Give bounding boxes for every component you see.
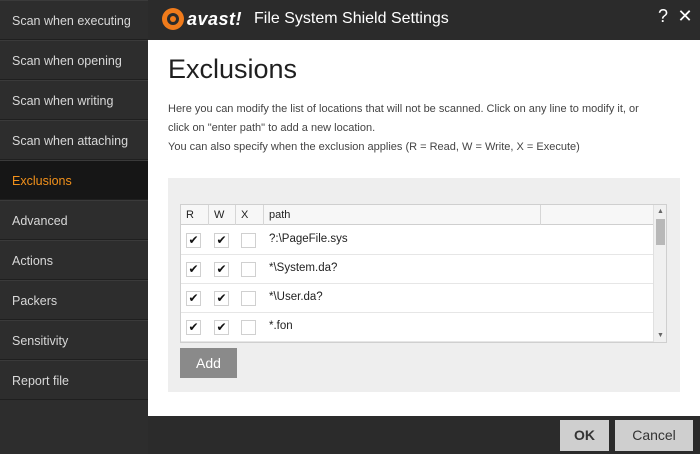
avast-logo: avast! bbox=[162, 6, 242, 32]
table-row[interactable]: ✔ ✔ ?:\PageFile.sys bbox=[181, 226, 654, 255]
title-bar: avast! File System Shield Settings ? ✕ bbox=[148, 0, 700, 40]
exclusions-table: R W X path ✔ ✔ ?:\PageFile.sys ✔ ✔ *\Sys… bbox=[180, 204, 667, 343]
window-title: File System Shield Settings bbox=[254, 10, 449, 27]
write-checkbox[interactable]: ✔ bbox=[214, 262, 229, 277]
column-header-path[interactable]: path bbox=[264, 205, 541, 225]
sidebar-item-actions[interactable]: Actions bbox=[0, 240, 148, 280]
read-checkbox[interactable]: ✔ bbox=[186, 291, 201, 306]
sidebar-item-scan-when-executing[interactable]: Scan when executing bbox=[0, 0, 148, 40]
scrollbar-thumb[interactable] bbox=[656, 219, 665, 245]
sidebar-item-scan-when-writing[interactable]: Scan when writing bbox=[0, 80, 148, 120]
sidebar-item-report-file[interactable]: Report file bbox=[0, 360, 148, 400]
sidebar-item-scan-when-opening[interactable]: Scan when opening bbox=[0, 40, 148, 80]
column-header-w[interactable]: W bbox=[209, 205, 236, 225]
sidebar-item-scan-when-attaching[interactable]: Scan when attaching bbox=[0, 120, 148, 160]
path-cell: ?:\PageFile.sys bbox=[269, 233, 348, 245]
path-cell: *.fon bbox=[269, 320, 293, 332]
sidebar-item-advanced[interactable]: Advanced bbox=[0, 200, 148, 240]
ok-button[interactable]: OK bbox=[560, 420, 609, 451]
execute-checkbox[interactable] bbox=[241, 262, 256, 277]
column-header-x[interactable]: X bbox=[236, 205, 264, 225]
write-checkbox[interactable]: ✔ bbox=[214, 320, 229, 335]
description-line-2: click on "enter path" to add a new locat… bbox=[168, 122, 376, 134]
table-scrollbar[interactable]: ▲ ▼ bbox=[653, 205, 666, 342]
content-panel: Exclusions Here you can modify the list … bbox=[148, 40, 700, 416]
table-row[interactable]: ✔ ✔ *\System.da? bbox=[181, 255, 654, 284]
write-checkbox[interactable]: ✔ bbox=[214, 291, 229, 306]
close-button[interactable]: ✕ bbox=[675, 6, 695, 27]
table-row[interactable]: ✔ ✔ *.fon bbox=[181, 313, 654, 342]
cancel-button[interactable]: Cancel bbox=[615, 420, 693, 451]
read-checkbox[interactable]: ✔ bbox=[186, 233, 201, 248]
execute-checkbox[interactable] bbox=[241, 320, 256, 335]
add-button[interactable]: Add bbox=[180, 348, 237, 378]
scroll-up-arrow-icon[interactable]: ▲ bbox=[654, 205, 667, 218]
execute-checkbox[interactable] bbox=[241, 291, 256, 306]
execute-checkbox[interactable] bbox=[241, 233, 256, 248]
read-checkbox[interactable]: ✔ bbox=[186, 320, 201, 335]
avast-ball-icon bbox=[162, 8, 184, 30]
sidebar-item-sensitivity[interactable]: Sensitivity bbox=[0, 320, 148, 360]
scroll-down-arrow-icon[interactable]: ▼ bbox=[654, 329, 667, 342]
sidebar-item-packers[interactable]: Packers bbox=[0, 280, 148, 320]
sidebar-item-exclusions[interactable]: Exclusions bbox=[0, 160, 148, 200]
logo-text: avast! bbox=[187, 8, 243, 29]
path-cell: *\User.da? bbox=[269, 291, 323, 303]
table-row[interactable]: ✔ ✔ *\User.da? bbox=[181, 284, 654, 313]
path-cell: *\System.da? bbox=[269, 262, 338, 274]
description-line-1: Here you can modify the list of location… bbox=[168, 103, 639, 115]
help-button[interactable]: ? bbox=[653, 6, 673, 27]
sidebar: Scan when executing Scan when opening Sc… bbox=[0, 0, 148, 454]
table-header: R W X path bbox=[181, 205, 654, 225]
page-title: Exclusions bbox=[168, 54, 298, 84]
description-line-3: You can also specify when the exclusion … bbox=[168, 141, 580, 153]
read-checkbox[interactable]: ✔ bbox=[186, 262, 201, 277]
exclusions-box: R W X path ✔ ✔ ?:\PageFile.sys ✔ ✔ *\Sys… bbox=[168, 178, 680, 392]
write-checkbox[interactable]: ✔ bbox=[214, 233, 229, 248]
description: Here you can modify the list of location… bbox=[168, 100, 688, 157]
column-header-r[interactable]: R bbox=[181, 205, 209, 225]
